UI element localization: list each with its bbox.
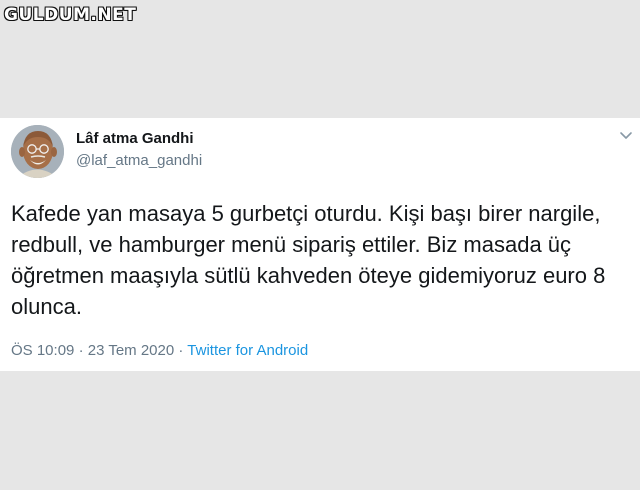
author-handle[interactable]: @laf_atma_gandhi	[76, 152, 202, 169]
tweet-text: Kafede yan masaya 5 gurbetçi oturdu. Kiş…	[11, 201, 606, 319]
avatar-image	[11, 125, 64, 178]
avatar[interactable]	[11, 125, 64, 178]
tweet-source-link[interactable]: Twitter for Android	[187, 342, 308, 359]
tweet-meta: ÖS 10:09 · 23 Tem 2020 · Twitter for And…	[11, 342, 308, 359]
tweet-time[interactable]: ÖS 10:09	[11, 342, 74, 359]
author-name[interactable]: Lâf atma Gandhi	[76, 130, 194, 147]
tweet-card: Lâf atma Gandhi @laf_atma_gandhi Kafede …	[0, 118, 640, 371]
tweet-date[interactable]: 23 Tem 2020	[88, 342, 174, 359]
meta-separator: ·	[178, 342, 184, 359]
chevron-down-icon[interactable]	[617, 126, 635, 144]
meta-separator: ·	[78, 342, 84, 359]
site-watermark-logo: GULDUM.NET	[4, 5, 137, 25]
